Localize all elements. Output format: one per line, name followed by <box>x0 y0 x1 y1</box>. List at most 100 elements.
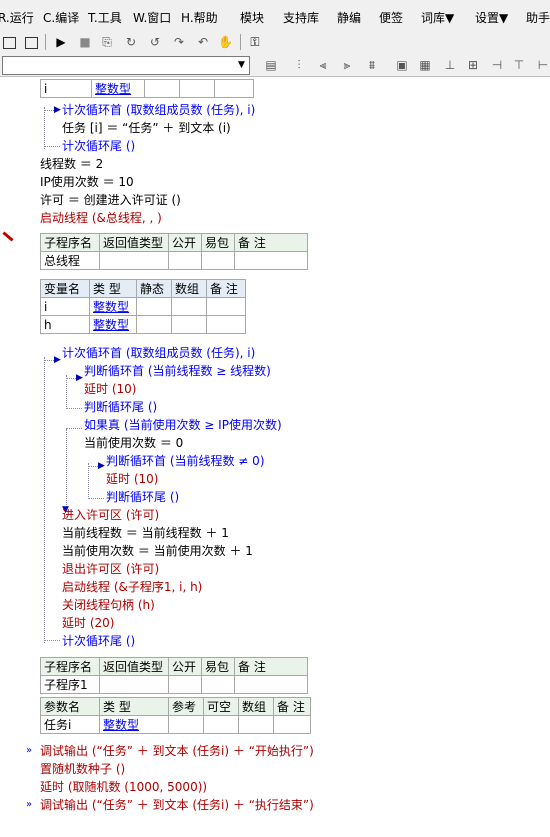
sub-header-return: 返回值类型 <box>99 233 169 252</box>
breakpoint-arrow-icon[interactable]: » <box>26 799 32 810</box>
loop1-tail[interactable]: 计次循环尾 () <box>62 138 135 154</box>
menu-compile[interactable]: C.编译 <box>43 9 79 26</box>
param-name-cell[interactable]: 任务i <box>40 715 100 734</box>
delay-random[interactable]: 延时 (取随机数 (1000, 5000)) <box>40 779 207 795</box>
param-header-ref: 参考 <box>168 697 204 716</box>
line-threads[interactable]: 线程数 ＝ 2 <box>40 156 103 172</box>
align-icon-4[interactable]: ⫸ <box>340 58 354 72</box>
line-permit[interactable]: 许可 ＝ 创建进入许可证 () <box>40 192 181 208</box>
toolbar-separator <box>45 34 46 50</box>
menu-window[interactable]: W.窗口 <box>133 9 171 26</box>
hand-icon[interactable]: ✋ <box>218 35 233 49</box>
menu-assistant[interactable]: 助手 <box>526 9 550 26</box>
stop-icon[interactable]: ■ <box>78 35 92 49</box>
delay1[interactable]: 延时 (10) <box>84 381 136 397</box>
align-icon-2[interactable]: ⫶ <box>292 58 306 72</box>
var-name-cell[interactable]: i <box>40 79 92 98</box>
inc-used[interactable]: 当前使用次数 ＝ 当前使用次数 ＋ 1 <box>62 543 253 559</box>
sub-header-easy: 易包 <box>201 657 235 676</box>
sub-header-public: 公开 <box>168 233 202 252</box>
align-icon-6[interactable]: ▣ <box>395 58 409 72</box>
step-icon-4[interactable]: ↷ <box>172 35 186 49</box>
judge1-head[interactable]: 判断循环首 (当前线程数 ≥ 线程数) <box>84 363 271 379</box>
var-type-cell[interactable]: 整数型 <box>89 297 137 316</box>
arrow-right-icon: ▶ <box>54 105 61 115</box>
param-type-cell[interactable]: 整数型 <box>99 715 169 734</box>
run-icon[interactable]: ▶ <box>54 35 68 49</box>
menu-support-lib[interactable]: 支持库 <box>283 9 319 26</box>
align-icon-9[interactable]: ⊞ <box>466 58 480 72</box>
start-sub-thread[interactable]: 启动线程 (&子程序1, i, h) <box>62 579 202 595</box>
menu-word-lib[interactable]: 词库▼ <box>421 9 454 26</box>
debug-output-2[interactable]: 调试输出 (“任务” ＋ 到文本 (任务i) ＋ “执行结束”) <box>40 797 314 813</box>
subprogram-selector[interactable]: ▼ <box>2 56 250 75</box>
sub-header-name: 子程序名 <box>40 233 100 252</box>
step-icon-3[interactable]: ↺ <box>148 35 162 49</box>
line-start-thread[interactable]: 启动线程 (&总线程, , ) <box>40 210 162 226</box>
menu-module[interactable]: 模块 <box>240 9 264 26</box>
enter-permit[interactable]: 进入许可区 (许可) <box>62 507 159 523</box>
menu-tools[interactable]: T.工具 <box>88 9 122 26</box>
layout-1-icon[interactable] <box>3 37 16 49</box>
param-header-note: 备 注 <box>273 697 311 716</box>
judge2-tail[interactable]: 判断循环尾 () <box>106 489 179 505</box>
step-icon-1[interactable]: ⎘ <box>100 35 114 49</box>
loop2-tail[interactable]: 计次循环尾 () <box>62 633 135 649</box>
code-editor[interactable]: i 整数型 ▶ 计次循环首 (取数组成员数 (任务), i) 任务 [i] ＝ … <box>0 77 550 837</box>
sub-name-cell[interactable]: 子程序1 <box>40 675 100 694</box>
judge2-head[interactable]: 判断循环首 (当前线程数 ≠ 0) <box>106 453 265 469</box>
align-icon-11[interactable]: ⊤ <box>512 58 526 72</box>
flow-line <box>44 146 60 147</box>
breakpoint-arrow-icon[interactable]: » <box>26 745 32 756</box>
step-icon-2[interactable]: ↻ <box>124 35 138 49</box>
delay3[interactable]: 延时 (20) <box>62 615 114 631</box>
arrow-right-icon: ▶ <box>76 373 83 383</box>
toolbar-separator <box>240 34 241 50</box>
flow-line <box>44 107 45 149</box>
set-used[interactable]: 当前使用次数 ＝ 0 <box>84 435 183 451</box>
sub-header-note: 备 注 <box>234 657 308 676</box>
loop1-body[interactable]: 任务 [i] ＝ “任务” ＋ 到文本 (i) <box>62 120 231 136</box>
loop1-head[interactable]: 计次循环首 (取数组成员数 (任务), i) <box>62 102 255 118</box>
var-name-cell[interactable]: h <box>40 315 90 334</box>
inc-threads[interactable]: 当前线程数 ＝ 当前线程数 ＋ 1 <box>62 525 229 541</box>
debug-output-1[interactable]: 调试输出 (“任务” ＋ 到文本 (任务i) ＋ “开始执行”) <box>40 743 314 759</box>
sub-header-return: 返回值类型 <box>99 657 169 676</box>
sub-header-note: 备 注 <box>234 233 308 252</box>
align-icon-8[interactable]: ⊥ <box>443 58 457 72</box>
find-icon[interactable]: ⚿ <box>248 35 262 49</box>
if-head[interactable]: 如果真 (当前使用次数 ≥ IP使用次数) <box>84 417 282 433</box>
param-table: 参数名 类 型 参考 可空 数组 备 注 任务i 整数型 <box>40 697 311 734</box>
param-header-array: 数组 <box>238 697 274 716</box>
sub-name-cell[interactable]: 总线程 <box>40 251 100 270</box>
delay2[interactable]: 延时 (10) <box>106 471 158 487</box>
close-handle[interactable]: 关闭线程句柄 (h) <box>62 597 155 613</box>
var-name-cell[interactable]: i <box>40 297 90 316</box>
line-ipcount[interactable]: IP使用次数 ＝ 10 <box>40 174 134 190</box>
var-type-cell[interactable]: 整数型 <box>89 315 137 334</box>
chevron-down-icon[interactable]: ▼ <box>234 57 249 74</box>
menu-notes[interactable]: 便签 <box>379 9 403 26</box>
var-type-cell[interactable]: 整数型 <box>91 79 145 98</box>
menu-run[interactable]: R.运行 <box>0 9 34 26</box>
random-seed[interactable]: 置随机数种子 () <box>40 761 125 777</box>
align-icon-10[interactable]: ⊣ <box>490 58 504 72</box>
loop2-head[interactable]: 计次循环首 (取数组成员数 (任务), i) <box>62 345 255 361</box>
align-icon-12[interactable]: ⊢ <box>536 58 550 72</box>
param-header-nullable: 可空 <box>203 697 239 716</box>
param-header-type: 类 型 <box>99 697 169 716</box>
step-icon-5[interactable]: ↶ <box>196 35 210 49</box>
judge1-tail[interactable]: 判断循环尾 () <box>84 399 157 415</box>
menu-help[interactable]: H.帮助 <box>181 9 218 26</box>
align-icon-5[interactable]: ⩩ <box>365 58 379 72</box>
align-icon-3[interactable]: ⫷ <box>316 58 330 72</box>
flow-line <box>44 357 45 643</box>
menu-settings[interactable]: 设置▼ <box>475 9 508 26</box>
menu-static-compile[interactable]: 静编 <box>337 9 361 26</box>
flow-line <box>44 640 60 641</box>
align-icon-1[interactable]: ▤ <box>264 58 278 72</box>
leave-permit[interactable]: 退出许可区 (许可) <box>62 561 159 577</box>
layout-2-icon[interactable] <box>25 37 38 49</box>
align-icon-7[interactable]: ▦ <box>418 58 432 72</box>
flow-line <box>66 375 67 409</box>
